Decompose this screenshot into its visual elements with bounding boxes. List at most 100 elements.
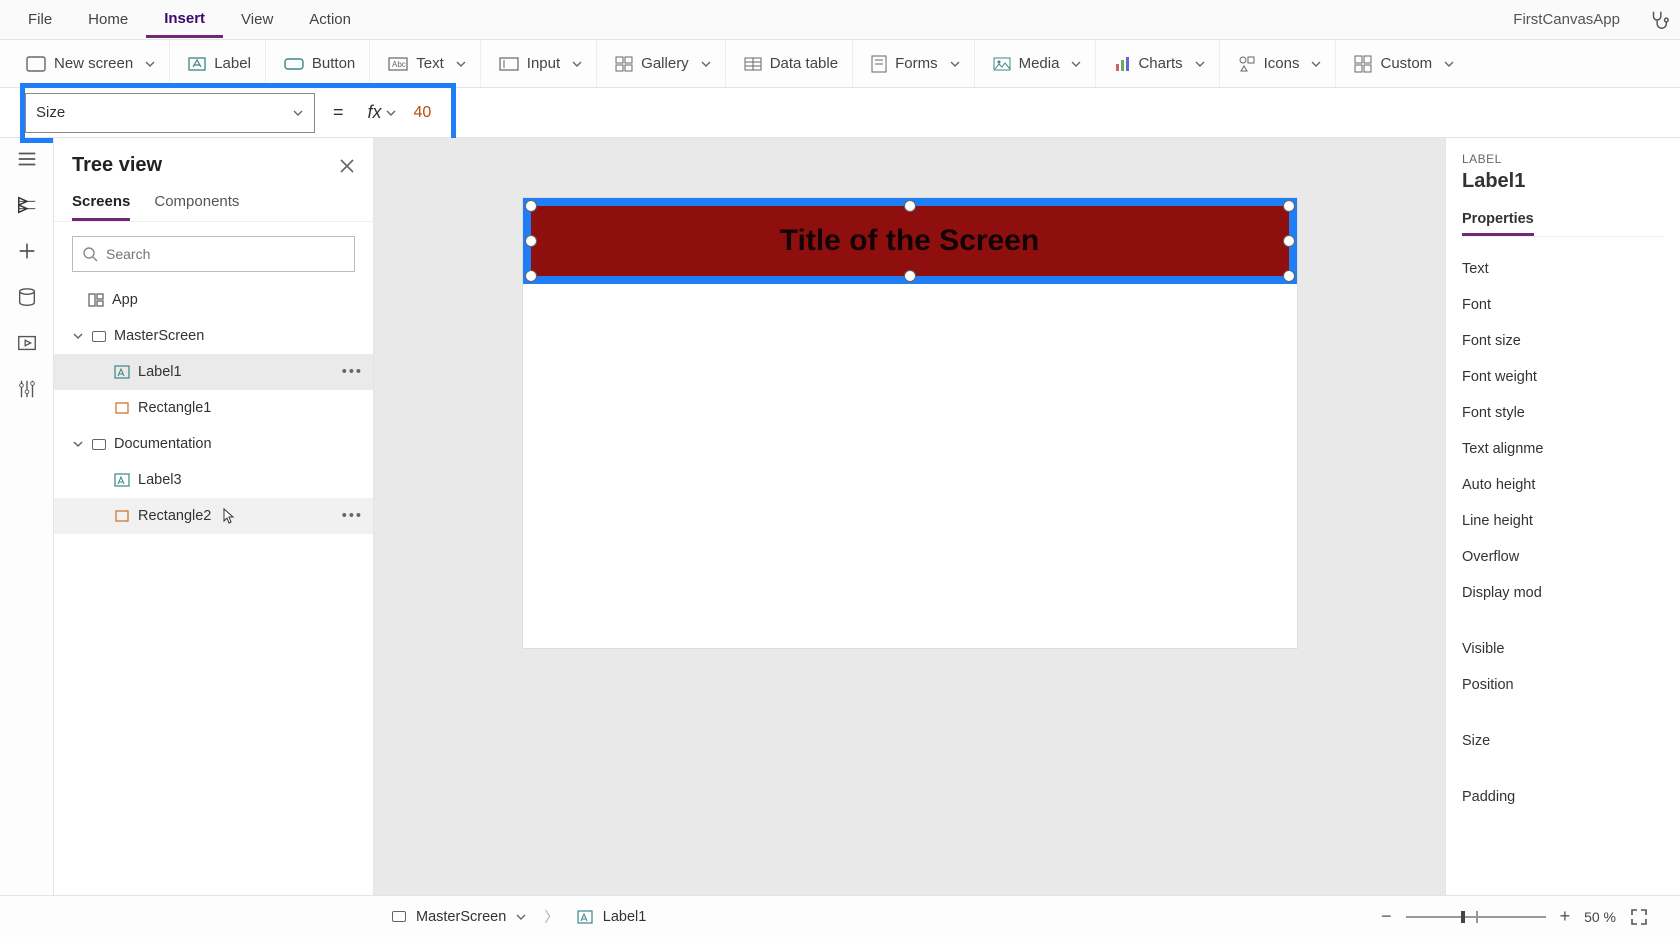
prop-font-style[interactable]: Font style (1462, 395, 1664, 431)
zoom-slider[interactable] (1406, 916, 1546, 918)
button-button[interactable]: Button (270, 40, 370, 87)
rectangle-icon (114, 401, 130, 415)
tree-node-documentation[interactable]: Documentation (54, 426, 373, 462)
input-icon (499, 57, 519, 71)
prop-font-size[interactable]: Font size (1462, 323, 1664, 359)
tree-node-label1[interactable]: Label1 ••• (54, 354, 373, 390)
gallery-dropdown[interactable]: Gallery (601, 40, 726, 87)
more-icon[interactable]: ••• (342, 508, 363, 524)
tab-screens[interactable]: Screens (72, 185, 130, 221)
zoom-out-button[interactable]: − (1381, 906, 1392, 927)
zoom-slider-center (1476, 911, 1478, 923)
resize-handle[interactable] (904, 270, 916, 282)
label-button[interactable]: Label (174, 40, 266, 87)
rectangle-icon (114, 509, 130, 523)
prop-text-align[interactable]: Text alignme (1462, 431, 1664, 467)
data-icon[interactable] (16, 286, 38, 308)
screen-thumbnail-icon (92, 439, 106, 450)
element-type-label: LABEL (1462, 152, 1664, 166)
screen-icon (26, 56, 46, 72)
title-label[interactable]: Title of the Screen (531, 206, 1289, 276)
menu-action[interactable]: Action (291, 3, 369, 36)
menu-insert[interactable]: Insert (146, 2, 223, 38)
media-rail-icon[interactable] (16, 332, 38, 354)
prop-auto-height[interactable]: Auto height (1462, 467, 1664, 503)
media-icon (993, 57, 1011, 71)
cursor-icon (221, 508, 235, 524)
zoom-in-button[interactable]: + (1560, 906, 1571, 927)
hamburger-icon[interactable] (16, 148, 38, 170)
custom-dropdown[interactable]: Custom (1340, 40, 1468, 87)
tree-node-label3[interactable]: Label3 (54, 462, 373, 498)
property-selector-value: Size (36, 104, 65, 121)
icons-dropdown[interactable]: Icons (1224, 40, 1337, 87)
screen-thumbnail-icon (392, 911, 406, 922)
top-menu-bar: File Home Insert View Action FirstCanvas… (0, 0, 1680, 40)
add-icon[interactable] (16, 240, 38, 262)
property-selector[interactable]: Size (25, 93, 315, 133)
formula-input[interactable] (456, 88, 1680, 137)
tools-icon[interactable] (16, 378, 38, 400)
tree-view-icon[interactable] (16, 194, 38, 216)
prop-text[interactable]: Text (1462, 251, 1664, 287)
forms-dropdown[interactable]: Forms (857, 40, 975, 87)
prop-size[interactable]: Size (1462, 723, 1664, 759)
tree-search[interactable] (72, 236, 355, 272)
fx-button[interactable]: fx (362, 102, 402, 123)
resize-handle[interactable] (525, 200, 537, 212)
breadcrumb-element[interactable]: Label1 (603, 909, 647, 925)
resize-handle[interactable] (1283, 200, 1295, 212)
resize-handle[interactable] (904, 200, 916, 212)
screen-canvas[interactable]: Title of the Screen (523, 198, 1297, 648)
tree-node-rectangle1[interactable]: Rectangle1 (54, 390, 373, 426)
prop-padding[interactable]: Padding (1462, 779, 1664, 815)
zoom-slider-thumb[interactable] (1461, 911, 1465, 923)
prop-display-mode[interactable]: Display mod (1462, 575, 1664, 611)
chevron-down-icon (572, 59, 582, 69)
formula-bar: Size = fx 40 (0, 88, 1680, 138)
left-rail (0, 138, 54, 895)
data-table-button[interactable]: Data table (730, 40, 853, 87)
prop-font[interactable]: Font (1462, 287, 1664, 323)
selected-element[interactable]: Title of the Screen (523, 198, 1297, 284)
button-icon (284, 56, 304, 72)
prop-visible[interactable]: Visible (1462, 631, 1664, 667)
prop-font-weight[interactable]: Font weight (1462, 359, 1664, 395)
tree-search-input[interactable] (106, 246, 344, 262)
prop-line-height[interactable]: Line height (1462, 503, 1664, 539)
menu-home[interactable]: Home (70, 3, 146, 36)
chevron-down-icon[interactable] (516, 912, 526, 922)
tree-node-app[interactable]: App (54, 282, 373, 318)
prop-overflow[interactable]: Overflow (1462, 539, 1664, 575)
resize-handle[interactable] (1283, 235, 1295, 247)
new-screen-button[interactable]: New screen (12, 40, 170, 87)
input-dropdown[interactable]: Input (485, 40, 597, 87)
stethoscope-icon[interactable] (1648, 9, 1670, 31)
tree-title: Tree view (72, 154, 162, 177)
formula-value[interactable]: 40 (402, 104, 444, 122)
chevron-down-icon (456, 59, 466, 69)
chevron-down-icon (1071, 59, 1081, 69)
resize-handle[interactable] (525, 270, 537, 282)
resize-handle[interactable] (525, 235, 537, 247)
custom-icon (1354, 55, 1372, 73)
prop-position[interactable]: Position (1462, 667, 1664, 703)
menu-view[interactable]: View (223, 3, 291, 36)
text-dropdown[interactable]: Abc Text (374, 40, 481, 87)
tree-node-rectangle2[interactable]: Rectangle2 ••• (54, 498, 373, 534)
screen-thumbnail-icon (92, 331, 106, 342)
close-icon[interactable] (339, 158, 355, 174)
canvas-area[interactable]: Title of the Screen (374, 138, 1445, 895)
tree-node-masterscreen[interactable]: MasterScreen (54, 318, 373, 354)
formula-highlight-box: Size = fx 40 (20, 83, 456, 143)
tab-properties[interactable]: Properties (1462, 205, 1534, 236)
more-icon[interactable]: ••• (342, 364, 363, 380)
tab-components[interactable]: Components (154, 185, 239, 221)
element-name: Label1 (1462, 170, 1664, 193)
menu-file[interactable]: File (10, 3, 70, 36)
media-dropdown[interactable]: Media (979, 40, 1097, 87)
resize-handle[interactable] (1283, 270, 1295, 282)
breadcrumb-screen[interactable]: MasterScreen (416, 909, 506, 925)
charts-dropdown[interactable]: Charts (1100, 40, 1219, 87)
fullscreen-icon[interactable] (1630, 908, 1648, 926)
